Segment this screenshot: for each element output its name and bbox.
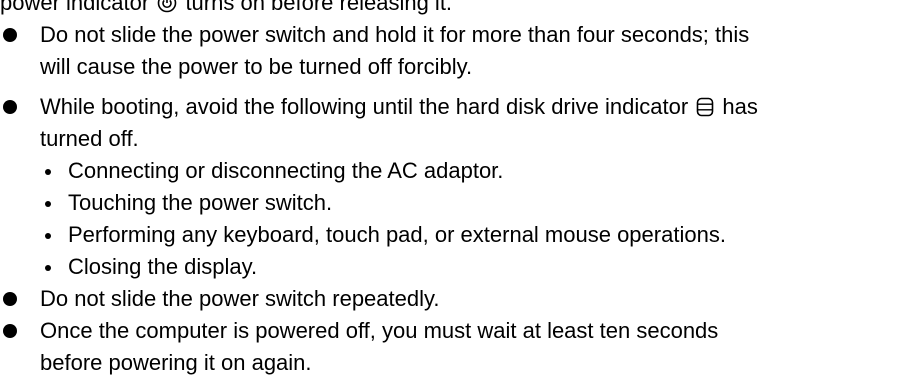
bullet-text-line: turned off.: [40, 126, 139, 151]
bullet-text-line: Do not slide the power switch repeatedly…: [40, 286, 440, 311]
bullet-text-after-icon: has: [722, 94, 758, 119]
sub-bullet-icon: [45, 201, 51, 207]
intro-text-after: turns on before releasing it.: [185, 0, 453, 15]
manual-page: power indicator turns on before releasin…: [0, 0, 910, 379]
sub-list-item: Connecting or disconnecting the AC adapt…: [0, 155, 910, 187]
sub-list-item: Performing any keyboard, touch pad, or e…: [0, 219, 910, 251]
bullet-text-before-icon: While booting, avoid the following until…: [40, 94, 689, 119]
bullet-text-line: Once the computer is powered off, you mu…: [40, 318, 719, 343]
sub-list-item: Touching the power switch.: [0, 187, 910, 219]
bullet-icon: [3, 324, 17, 338]
sub-item-text: Closing the display.: [68, 254, 258, 279]
sub-bullet-icon: [45, 265, 51, 271]
intro-text-before: power indicator: [0, 0, 150, 15]
sub-item-text: Connecting or disconnecting the AC adapt…: [68, 158, 504, 183]
list-item: Do not slide the power switch repeatedly…: [0, 283, 910, 315]
hard-disk-drive-icon: [696, 97, 714, 117]
intro-line: power indicator turns on before releasin…: [0, 0, 910, 19]
sub-item-text: Performing any keyboard, touch pad, or e…: [68, 222, 726, 247]
sub-bullet-icon: [45, 233, 51, 239]
bullet-text-line: will cause the power to be turned off fo…: [40, 54, 473, 79]
sub-bullet-icon: [45, 169, 51, 175]
bullet-icon: [3, 292, 17, 306]
bullet-icon: [3, 100, 17, 114]
list-item: While booting, avoid the following until…: [0, 91, 910, 155]
list-item: Once the computer is powered off, you mu…: [0, 315, 910, 379]
power-indicator-icon: [158, 0, 177, 13]
bullet-text-line: While booting, avoid the following until…: [40, 91, 910, 123]
sub-list-item: Closing the display.: [0, 251, 910, 283]
bullet-text-line: before powering it on again.: [40, 350, 312, 375]
sub-item-text: Touching the power switch.: [68, 190, 333, 215]
bullet-text-line: Do not slide the power switch and hold i…: [40, 22, 750, 47]
list-item: Do not slide the power switch and hold i…: [0, 19, 910, 83]
bullet-icon: [3, 28, 17, 42]
